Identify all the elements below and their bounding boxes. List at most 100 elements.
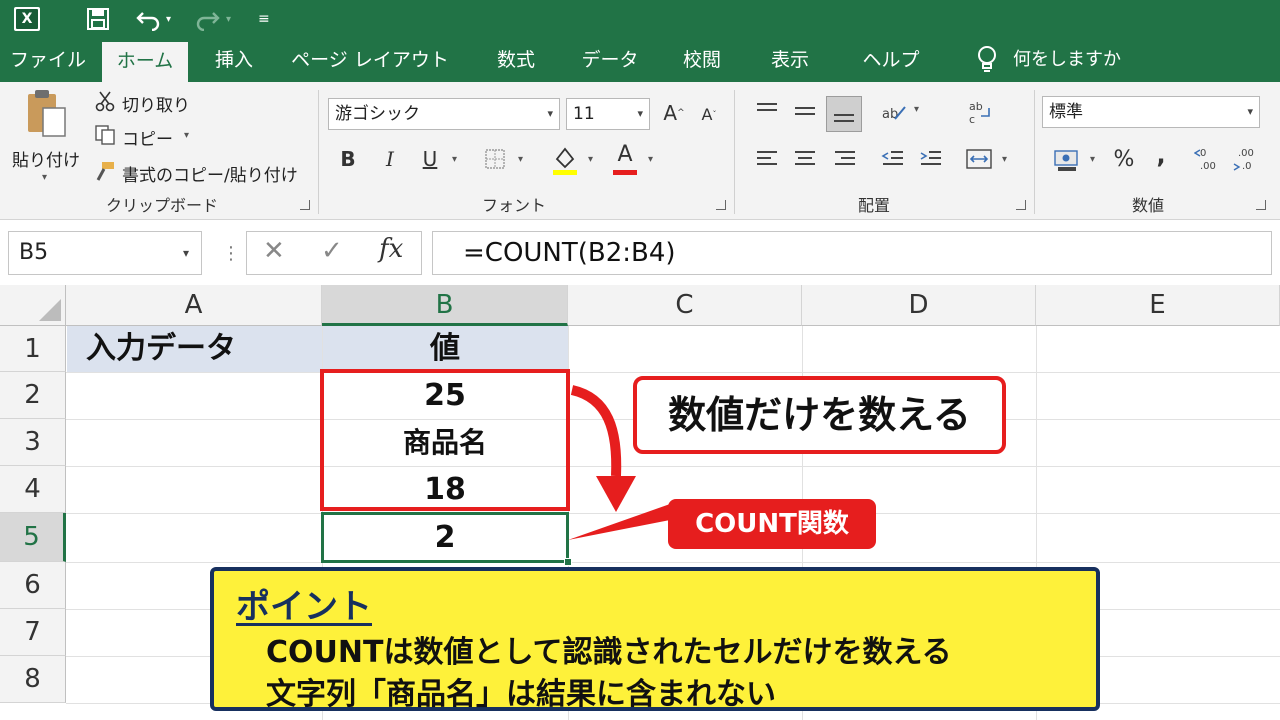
tab-page-layout[interactable]: ページ レイアウト [286,38,454,82]
accounting-format-icon[interactable] [1052,146,1082,174]
number-group-label: 数値 [1132,196,1165,215]
paste-icon[interactable] [24,88,72,140]
tab-data[interactable]: データ [574,38,646,82]
title-bar: X ▾ ▾ ≡ [0,0,1280,38]
align-middle-icon[interactable] [792,100,818,122]
paste-dropdown-icon[interactable]: ▾ [42,172,47,183]
svg-text:ab: ab [969,100,983,113]
tab-view[interactable]: 表示 [758,38,822,82]
column-header-c[interactable]: C [568,285,802,326]
fill-color-icon[interactable] [550,144,580,176]
cell-a1[interactable]: 入力データ [86,326,236,372]
scissors-icon[interactable] [94,90,116,112]
italic-button[interactable]: I [376,144,404,174]
increase-indent-icon[interactable] [918,148,944,170]
borders-dropdown-icon[interactable]: ▾ [518,154,523,165]
font-group-label: フォント [482,196,547,215]
lightbulb-icon [972,38,1002,82]
underline-dropdown-icon[interactable]: ▾ [452,154,457,165]
shrink-font-icon[interactable]: Aˇ [698,102,720,126]
align-bottom-icon[interactable] [826,96,862,132]
tab-formulas[interactable]: 数式 [484,38,548,82]
bold-button[interactable]: B [334,144,362,174]
row-header-7[interactable]: 7 [0,609,66,656]
row-header-3[interactable]: 3 [0,419,66,466]
ribbon-tabs: ファイル ホーム 挿入 ページ レイアウト 数式 データ 校閲 表示 ヘルプ 何… [0,38,1280,82]
select-all-button[interactable] [0,285,66,326]
row-header-5[interactable]: 5 [0,513,66,562]
tab-home[interactable]: ホーム [102,42,188,82]
formula-buttons: ✕ ✓ fx [246,231,422,275]
name-box[interactable]: B5 ▾ [8,231,202,275]
tab-insert[interactable]: 挿入 [202,38,266,82]
callout-count-function: COUNT関数 [668,499,876,549]
point-line-1: COUNTは数値として認識されたセルだけを数える [266,635,952,670]
copy-icon[interactable] [94,124,116,146]
cell-b1[interactable]: 値 [322,326,568,372]
insert-function-icon[interactable]: fx [379,234,403,264]
cut-button[interactable]: 切り取り [122,91,190,116]
font-color-icon[interactable]: A [610,142,640,176]
borders-icon[interactable] [482,146,508,172]
percent-style-button[interactable]: % [1110,144,1138,174]
tell-me-search[interactable]: 何をしますか [1012,38,1122,82]
customize-qat-icon[interactable]: ≡ [258,0,270,38]
comma-style-button[interactable]: , [1150,140,1172,170]
row-header-8[interactable]: 8 [0,656,66,703]
wrap-text-icon[interactable]: ab c [966,98,994,126]
alignment-launcher-icon[interactable] [1016,200,1026,210]
merge-dropdown-icon[interactable]: ▾ [1002,154,1007,165]
callout-count-numbers: 数値だけを数える [633,376,1006,454]
font-size-select[interactable]: 11 ▾ [566,98,650,130]
undo-icon[interactable] [136,0,162,38]
tab-review[interactable]: 校閲 [670,38,734,82]
point-line-2: 文字列「商品名」は結果に含まれない [266,677,776,712]
row-header-1[interactable]: 1 [0,326,66,372]
paste-button[interactable]: 貼り付け [12,146,80,171]
align-right-icon[interactable] [832,148,858,170]
decrease-indent-icon[interactable] [880,148,906,170]
merge-center-icon[interactable] [964,146,994,172]
column-header-b[interactable]: B [322,285,568,326]
align-top-icon[interactable] [754,100,780,122]
number-format-select[interactable]: 標準 ▾ [1042,96,1260,128]
orientation-icon[interactable]: ab [880,100,908,124]
number-launcher-icon[interactable] [1256,200,1266,210]
font-color-dropdown-icon[interactable]: ▾ [648,154,653,165]
font-name-select[interactable]: 游ゴシック ▾ [328,98,560,130]
undo-dropdown-icon[interactable]: ▾ [166,0,171,38]
accounting-dropdown-icon[interactable]: ▾ [1090,154,1095,165]
align-left-icon[interactable] [754,148,780,170]
formula-input[interactable]: =COUNT(B2:B4) [432,231,1272,275]
redo-icon[interactable] [194,0,220,38]
decrease-decimal-icon[interactable]: .00.0 [1232,144,1262,174]
format-painter-button[interactable]: 書式のコピー/貼り付け [122,161,298,186]
enter-icon[interactable]: ✓ [321,236,343,266]
font-launcher-icon[interactable] [716,200,726,210]
underline-button[interactable]: U [416,144,444,174]
point-title: ポイント [236,587,372,627]
save-icon[interactable] [86,0,110,38]
row-header-4[interactable]: 4 [0,466,66,513]
clipboard-launcher-icon[interactable] [300,200,310,210]
copy-dropdown-icon[interactable]: ▾ [184,130,189,141]
row-header-2[interactable]: 2 [0,372,66,419]
increase-decimal-icon[interactable]: 0.00 [1194,144,1224,174]
row-header-6[interactable]: 6 [0,562,66,609]
redo-dropdown-icon[interactable]: ▾ [226,0,231,38]
cancel-icon[interactable]: ✕ [263,236,285,266]
svg-text:ab: ab [882,107,898,122]
grow-font-icon[interactable]: A ^ [662,100,686,126]
tab-file[interactable]: ファイル [8,38,88,82]
column-header-d[interactable]: D [802,285,1036,326]
column-header-e[interactable]: E [1036,285,1280,326]
align-center-icon[interactable] [792,148,818,170]
orientation-dropdown-icon[interactable]: ▾ [914,104,919,115]
point-box: ポイント COUNTは数値として認識されたセルだけを数える 文字列「商品名」は結… [210,567,1100,712]
fill-color-dropdown-icon[interactable]: ▾ [588,154,593,165]
svg-text:.00: .00 [1200,161,1216,172]
column-header-a[interactable]: A [66,285,322,326]
format-painter-icon[interactable] [94,160,116,182]
copy-button[interactable]: コピー [122,125,173,150]
tab-help[interactable]: ヘルプ [852,38,930,82]
